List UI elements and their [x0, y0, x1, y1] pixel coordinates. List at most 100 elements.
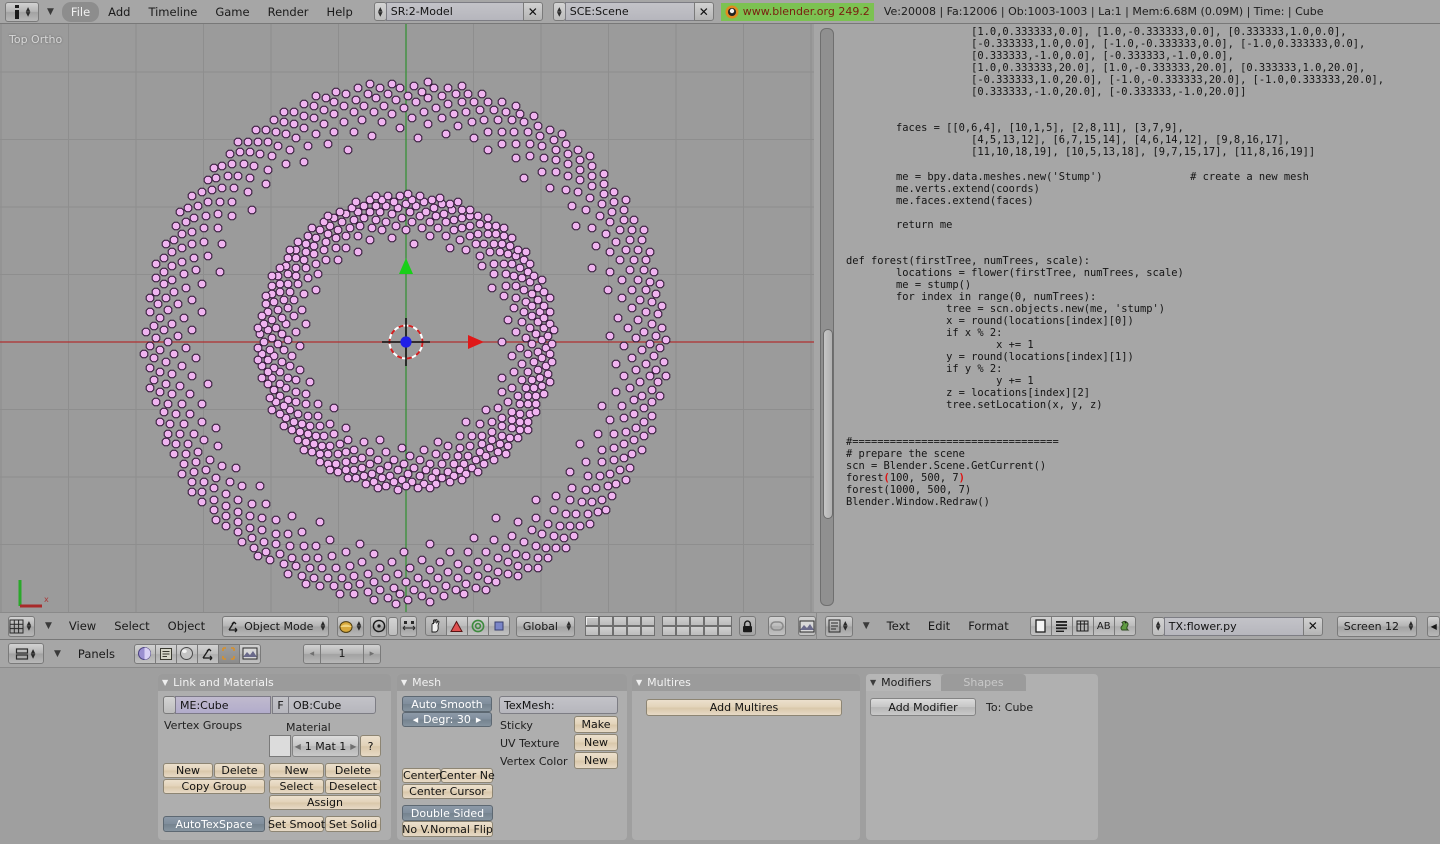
stump-object[interactable] — [401, 225, 411, 235]
stump-object[interactable] — [395, 191, 405, 201]
manipulator-y-arrow[interactable] — [399, 258, 413, 274]
stump-object[interactable] — [209, 163, 219, 173]
stump-object[interactable] — [265, 555, 275, 565]
stump-object[interactable] — [455, 443, 465, 453]
stump-object[interactable] — [615, 225, 625, 235]
stump-object[interactable] — [345, 561, 355, 571]
stump-object[interactable] — [629, 215, 639, 225]
stump-object[interactable] — [203, 379, 213, 389]
stump-object[interactable] — [323, 139, 333, 149]
stump-object[interactable] — [299, 541, 309, 551]
stump-object[interactable] — [299, 111, 309, 121]
stump-object[interactable] — [661, 335, 671, 345]
stump-object[interactable] — [423, 77, 433, 87]
text-editor[interactable]: [1.0,0.333333,0.0], [1.0,-0.333333,0.0],… — [816, 24, 1440, 612]
stump-object[interactable] — [627, 449, 637, 459]
stump-object[interactable] — [515, 399, 525, 409]
stump-object[interactable] — [331, 87, 341, 97]
stump-object[interactable] — [365, 235, 375, 245]
stump-object[interactable] — [293, 435, 303, 445]
stump-object[interactable] — [511, 153, 521, 163]
stump-object[interactable] — [163, 337, 173, 347]
stump-object[interactable] — [181, 343, 191, 353]
stump-object[interactable] — [335, 589, 345, 599]
stump-object[interactable] — [519, 285, 529, 295]
stump-object[interactable] — [177, 243, 187, 253]
stump-object[interactable] — [333, 225, 343, 235]
stump-object[interactable] — [149, 321, 159, 331]
layer-button-11[interactable] — [662, 616, 677, 626]
stump-object[interactable] — [493, 553, 503, 563]
stump-object[interactable] — [449, 225, 459, 235]
shading-icon[interactable] — [133, 643, 156, 664]
lock-icon[interactable] — [739, 616, 756, 636]
layer-button-8[interactable] — [613, 626, 628, 636]
stump-object[interactable] — [197, 187, 207, 197]
panel-collapse-icon[interactable]: ▼ — [162, 678, 168, 687]
stump-object[interactable] — [473, 229, 483, 239]
stump-object[interactable] — [277, 357, 287, 367]
stump-object[interactable] — [263, 379, 273, 389]
stump-object[interactable] — [227, 159, 237, 169]
stump-object[interactable] — [301, 319, 311, 329]
stump-object[interactable] — [399, 103, 409, 113]
stump-object[interactable] — [255, 481, 265, 491]
stump-object[interactable] — [567, 201, 577, 211]
stump-object[interactable] — [231, 463, 241, 473]
stump-object[interactable] — [285, 541, 295, 551]
stump-object[interactable] — [271, 515, 281, 525]
stump-object[interactable] — [519, 117, 529, 127]
stump-object[interactable] — [487, 283, 497, 293]
stump-object[interactable] — [475, 251, 485, 261]
stump-object[interactable] — [545, 307, 555, 317]
stump-object[interactable] — [359, 101, 369, 111]
stump-object[interactable] — [567, 483, 577, 493]
stump-object[interactable] — [223, 171, 233, 181]
layer-button-15[interactable] — [718, 616, 733, 626]
stump-object[interactable] — [509, 127, 519, 137]
stump-object[interactable] — [233, 137, 243, 147]
stump-object[interactable] — [289, 417, 299, 427]
stump-object[interactable] — [479, 115, 489, 125]
stump-object[interactable] — [409, 463, 419, 473]
stump-object[interactable] — [399, 459, 409, 469]
stump-object[interactable] — [159, 407, 169, 417]
stump-object[interactable] — [309, 241, 319, 251]
stump-object[interactable] — [507, 415, 517, 425]
stump-object[interactable] — [445, 199, 455, 209]
editor-type-button[interactable]: ▲ ▼ — [8, 615, 35, 637]
stump-object[interactable] — [587, 171, 597, 181]
stump-object[interactable] — [175, 429, 185, 439]
stump-object[interactable] — [289, 311, 299, 321]
stump-object[interactable] — [639, 403, 649, 413]
stump-object[interactable] — [521, 333, 531, 343]
stump-object[interactable] — [309, 249, 319, 259]
stump-object[interactable] — [335, 439, 345, 449]
stump-object[interactable] — [409, 81, 419, 91]
stump-object[interactable] — [295, 427, 305, 437]
stump-object[interactable] — [259, 537, 269, 547]
stump-object[interactable] — [639, 327, 649, 337]
stump-object[interactable] — [199, 435, 209, 445]
stump-object[interactable] — [333, 449, 343, 459]
stump-object[interactable] — [619, 413, 629, 423]
stump-object[interactable] — [587, 223, 597, 233]
stump-object[interactable] — [469, 133, 479, 143]
stump-object[interactable] — [269, 385, 279, 395]
stump-object[interactable] — [403, 91, 413, 101]
stump-object[interactable] — [543, 553, 553, 563]
stump-object[interactable] — [283, 303, 293, 313]
stump-object[interactable] — [319, 105, 329, 115]
stump-object[interactable] — [187, 239, 197, 249]
text-menu-edit[interactable]: Edit — [919, 616, 959, 636]
stump-object[interactable] — [285, 145, 295, 155]
stump-object[interactable] — [439, 209, 449, 219]
stump-object[interactable] — [537, 353, 547, 363]
stump-object[interactable] — [595, 211, 605, 221]
stump-object[interactable] — [623, 323, 633, 333]
viewport-canvas[interactable] — [0, 24, 814, 612]
stump-object[interactable] — [519, 537, 529, 547]
stump-object[interactable] — [261, 291, 271, 301]
stump-object[interactable] — [159, 325, 169, 335]
stump-object[interactable] — [181, 283, 191, 293]
